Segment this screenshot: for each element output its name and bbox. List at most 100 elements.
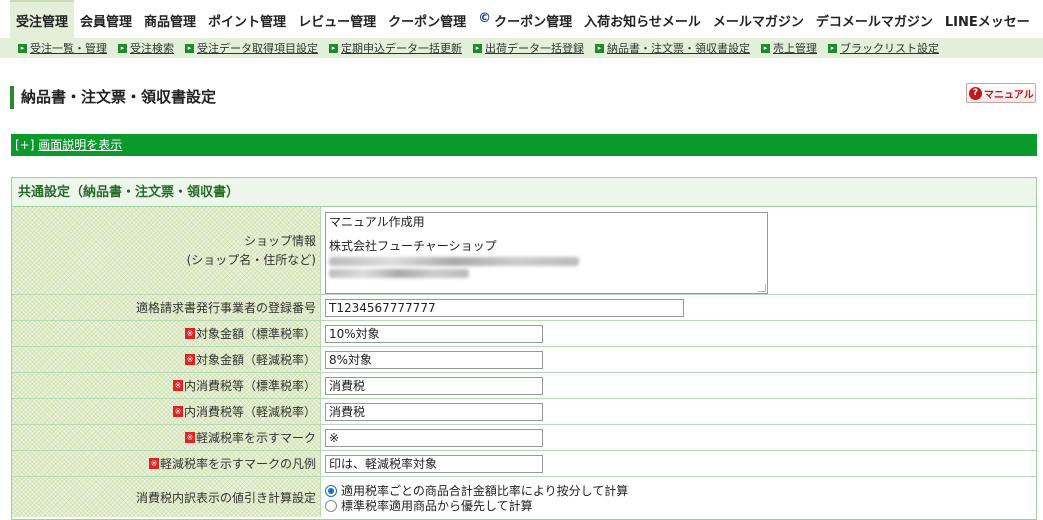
- subnav-invoice-settings[interactable]: ▸ 納品書・注文票・領収書設定: [595, 40, 750, 56]
- arrow-square-icon: ▸: [595, 43, 604, 53]
- shop-info-textarea[interactable]: マニュアル作成用 株式会社フューチャーショップ: [325, 212, 768, 294]
- manual-label: マニュアル: [984, 89, 1034, 101]
- tax-standard-label: ※ 内消費税等（標準税率）: [12, 373, 321, 398]
- required-icon: ※: [172, 380, 183, 391]
- tab-restock-mail[interactable]: 入荷お知らせメール: [578, 0, 707, 38]
- subnav-label: 受注データ取得項目設定: [197, 42, 318, 55]
- question-icon: ?: [969, 86, 982, 100]
- tax-standard-input[interactable]: 消費税: [325, 376, 543, 395]
- subnav-label: 出荷データ一括登録: [485, 42, 584, 55]
- subnav-label: 定期申込データ一括更新: [341, 42, 462, 55]
- row-tax-reduced: ※ 内消費税等（軽減税率） 消費税: [12, 399, 1036, 425]
- radio-unselected-icon[interactable]: [325, 499, 337, 512]
- tab-mail-magazine[interactable]: メールマガジン: [707, 0, 810, 38]
- label-text: 軽減税率を示すマークの凡例: [159, 457, 316, 471]
- label-text: 対象金額（標準税率）: [195, 327, 316, 341]
- show-help-link[interactable]: 画面説明を表示: [38, 138, 122, 152]
- row-discount-calc: 消費税内訳表示の値引き計算設定 適用税率ごとの商品合計金額比率により按分して計算…: [12, 477, 1036, 517]
- subnav-label: 売上管理: [773, 42, 817, 55]
- tab-label: クーポン管理: [494, 15, 573, 30]
- tab-label: 商品管理: [144, 15, 197, 30]
- row-reduced-mark: ※ 軽減税率を示すマーク ※: [12, 425, 1036, 451]
- discount-option-proportional[interactable]: 適用税率ごとの商品合計金額比率により按分して計算: [325, 483, 628, 498]
- tab-label: デコメールマガジン: [815, 15, 933, 30]
- tab-member-management[interactable]: 会員管理: [74, 0, 138, 38]
- redacted-text: [329, 269, 469, 278]
- subnav-order-data-fields[interactable]: ▸ 受注データ取得項目設定: [185, 40, 318, 56]
- tab-decomail-magazine[interactable]: デコメールマガジン: [810, 0, 939, 38]
- arrow-square-icon: ▸: [761, 43, 770, 53]
- target-standard-label: ※ 対象金額（標準税率）: [12, 321, 321, 346]
- subnav-sales-management[interactable]: ▸ 売上管理: [761, 40, 817, 56]
- required-icon: ※: [172, 406, 183, 417]
- tax-reduced-input[interactable]: 消費税: [325, 402, 543, 421]
- tab-review-management[interactable]: レビュー管理: [292, 0, 382, 38]
- tab-point-management[interactable]: ポイント管理: [202, 0, 292, 38]
- manual-button[interactable]: ? マニュアル: [966, 83, 1036, 103]
- reduced-mark-legend-input[interactable]: 印は、軽減税率対象: [325, 454, 543, 473]
- tab-c-coupon-management[interactable]: © クーポン管理: [472, 0, 578, 38]
- required-icon: ※: [184, 354, 195, 365]
- arrow-square-icon: ▸: [828, 43, 837, 53]
- label-text: (ショップ名・住所など): [186, 252, 316, 267]
- textarea-line: 株式会社フューチャーショップ: [329, 239, 497, 253]
- subnav-subscription-bulk-update[interactable]: ▸ 定期申込データ一括更新: [329, 40, 462, 56]
- reduced-mark-input[interactable]: ※: [325, 428, 543, 447]
- tab-coupon-management[interactable]: クーポン管理: [382, 0, 472, 38]
- target-reduced-label: ※ 対象金額（軽減税率）: [12, 347, 321, 372]
- section-title: 共通設定（納品書・注文票・領収書）: [12, 178, 1036, 207]
- subnav-label: 納品書・注文票・領収書設定: [607, 42, 750, 55]
- tab-label: クーポン管理: [388, 15, 467, 30]
- discount-option-standard-first[interactable]: 標準税率適用商品から優先して計算: [325, 498, 533, 513]
- tab-label: 受注管理: [16, 15, 69, 30]
- top-navigation: 受注管理 会員管理 商品管理 ポイント管理 レビュー管理 クーポン管理 © クーポ…: [0, 0, 1043, 38]
- subnav-label: 受注一覧・管理: [30, 42, 107, 55]
- redacted-text: [329, 257, 579, 266]
- tab-order-management[interactable]: 受注管理: [10, 0, 75, 38]
- discount-calc-label: 消費税内訳表示の値引き計算設定: [12, 477, 321, 517]
- radio-selected-icon[interactable]: [325, 484, 337, 497]
- tab-label: LINEメッセー: [944, 15, 1030, 30]
- sub-navigation: ▸ 受注一覧・管理 ▸ 受注検索 ▸ 受注データ取得項目設定 ▸ 定期申込データ一括更新…: [0, 38, 1043, 58]
- subnav-label: ブラックリスト設定: [840, 42, 939, 55]
- target-standard-input[interactable]: 10%対象: [325, 324, 543, 343]
- label-text: 内消費税等（軽減税率）: [183, 405, 316, 419]
- tax-reduced-label: ※ 内消費税等（軽減税率）: [12, 399, 321, 424]
- row-registration-number: 適格請求書発行事業者の登録番号 T1234567777777: [12, 295, 1036, 321]
- subnav-order-search[interactable]: ▸ 受注検索: [118, 40, 174, 56]
- label-text: 軽減税率を示すマーク: [195, 431, 316, 445]
- resize-grip-icon[interactable]: [758, 284, 766, 292]
- tab-label: レビュー管理: [298, 15, 377, 30]
- textarea-line: マニュアル作成用: [329, 215, 425, 229]
- tab-label: 入荷お知らせメール: [584, 15, 701, 30]
- subnav-order-list[interactable]: ▸ 受注一覧・管理: [18, 40, 107, 56]
- reduced-mark-label: ※ 軽減税率を示すマーク: [12, 425, 321, 450]
- page-title: 納品書・注文票・領収書設定: [10, 86, 216, 109]
- label-text: 内消費税等（標準税率）: [183, 379, 316, 393]
- c-coupon-icon: ©: [478, 11, 492, 26]
- tab-label: メールマガジン: [712, 15, 804, 30]
- subnav-label: 受注検索: [130, 42, 174, 55]
- row-reduced-mark-legend: ※ 軽減税率を示すマークの凡例 印は、軽減税率対象: [12, 451, 1036, 477]
- arrow-square-icon: ▸: [18, 43, 27, 53]
- arrow-square-icon: ▸: [473, 43, 482, 53]
- tab-line-message[interactable]: LINEメッセー: [939, 0, 1036, 38]
- tab-label: 会員管理: [80, 15, 133, 30]
- help-toggle-prefix: [+]: [15, 138, 35, 152]
- required-icon: ※: [148, 458, 159, 469]
- registration-number-label: 適格請求書発行事業者の登録番号: [12, 295, 321, 320]
- registration-number-input[interactable]: T1234567777777: [325, 298, 684, 317]
- target-reduced-input[interactable]: 8%対象: [325, 350, 543, 369]
- common-settings-panel: 共通設定（納品書・注文票・領収書） ショップ情報 (ショップ名・住所など) マニ…: [11, 177, 1037, 520]
- arrow-square-icon: ▸: [118, 43, 127, 53]
- arrow-square-icon: ▸: [329, 43, 338, 53]
- row-tax-standard: ※ 内消費税等（標準税率） 消費税: [12, 373, 1036, 399]
- row-shop-info: ショップ情報 (ショップ名・住所など) マニュアル作成用 株式会社フューチャーシ…: [12, 207, 1036, 295]
- help-bar: [+] 画面説明を表示: [11, 134, 1037, 156]
- tab-product-management[interactable]: 商品管理: [138, 0, 202, 38]
- subnav-shipping-bulk-register[interactable]: ▸ 出荷データ一括登録: [473, 40, 584, 56]
- arrow-square-icon: ▸: [185, 43, 194, 53]
- label-text: ショップ情報: [243, 233, 316, 248]
- subnav-blacklist-settings[interactable]: ▸ ブラックリスト設定: [828, 40, 939, 56]
- required-icon: ※: [184, 432, 195, 443]
